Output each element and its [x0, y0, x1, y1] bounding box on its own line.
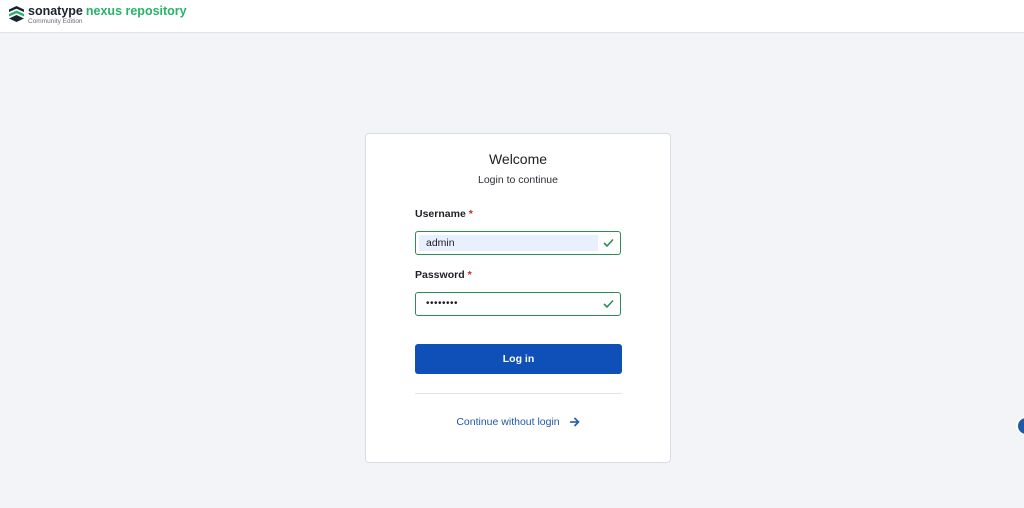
- sonatype-logo-icon: [9, 6, 24, 22]
- continue-without-login-link[interactable]: Continue without login: [366, 416, 670, 428]
- logo-text: sonatype nexus repository Community Editi…: [28, 5, 187, 25]
- logo-brand: sonatype: [28, 4, 83, 18]
- top-bar: sonatype nexus repository Community Editi…: [0, 0, 1024, 33]
- password-input[interactable]: ••••••••: [426, 293, 596, 315]
- username-input[interactable]: admin: [426, 232, 596, 254]
- login-title: Welcome: [488, 151, 548, 167]
- check-icon: [603, 299, 614, 309]
- sonatype-logo[interactable]: sonatype nexus repository Community Editi…: [9, 5, 187, 25]
- password-label: Password *: [415, 269, 472, 281]
- continue-link-label: Continue without login: [456, 416, 560, 428]
- arrow-right-icon: [569, 417, 580, 427]
- logo-title: sonatype nexus repository: [28, 5, 187, 18]
- password-field[interactable]: ••••••••: [415, 292, 621, 316]
- side-help-tab[interactable]: [1016, 416, 1024, 436]
- login-subtitle: Login to continue: [478, 174, 558, 186]
- username-label-text: Username: [415, 208, 466, 220]
- login-card: Welcome Login to continue Username * admi…: [365, 133, 671, 463]
- username-label: Username *: [415, 208, 473, 220]
- logo-product: nexus repository: [85, 4, 187, 18]
- divider: [415, 393, 622, 394]
- logo-edition: Community Edition: [28, 17, 83, 25]
- login-button[interactable]: Log in: [415, 344, 622, 374]
- required-asterisk: *: [467, 269, 472, 281]
- check-icon: [603, 238, 614, 248]
- required-asterisk: *: [468, 208, 473, 220]
- password-label-text: Password: [415, 269, 465, 281]
- username-field[interactable]: admin: [415, 231, 621, 255]
